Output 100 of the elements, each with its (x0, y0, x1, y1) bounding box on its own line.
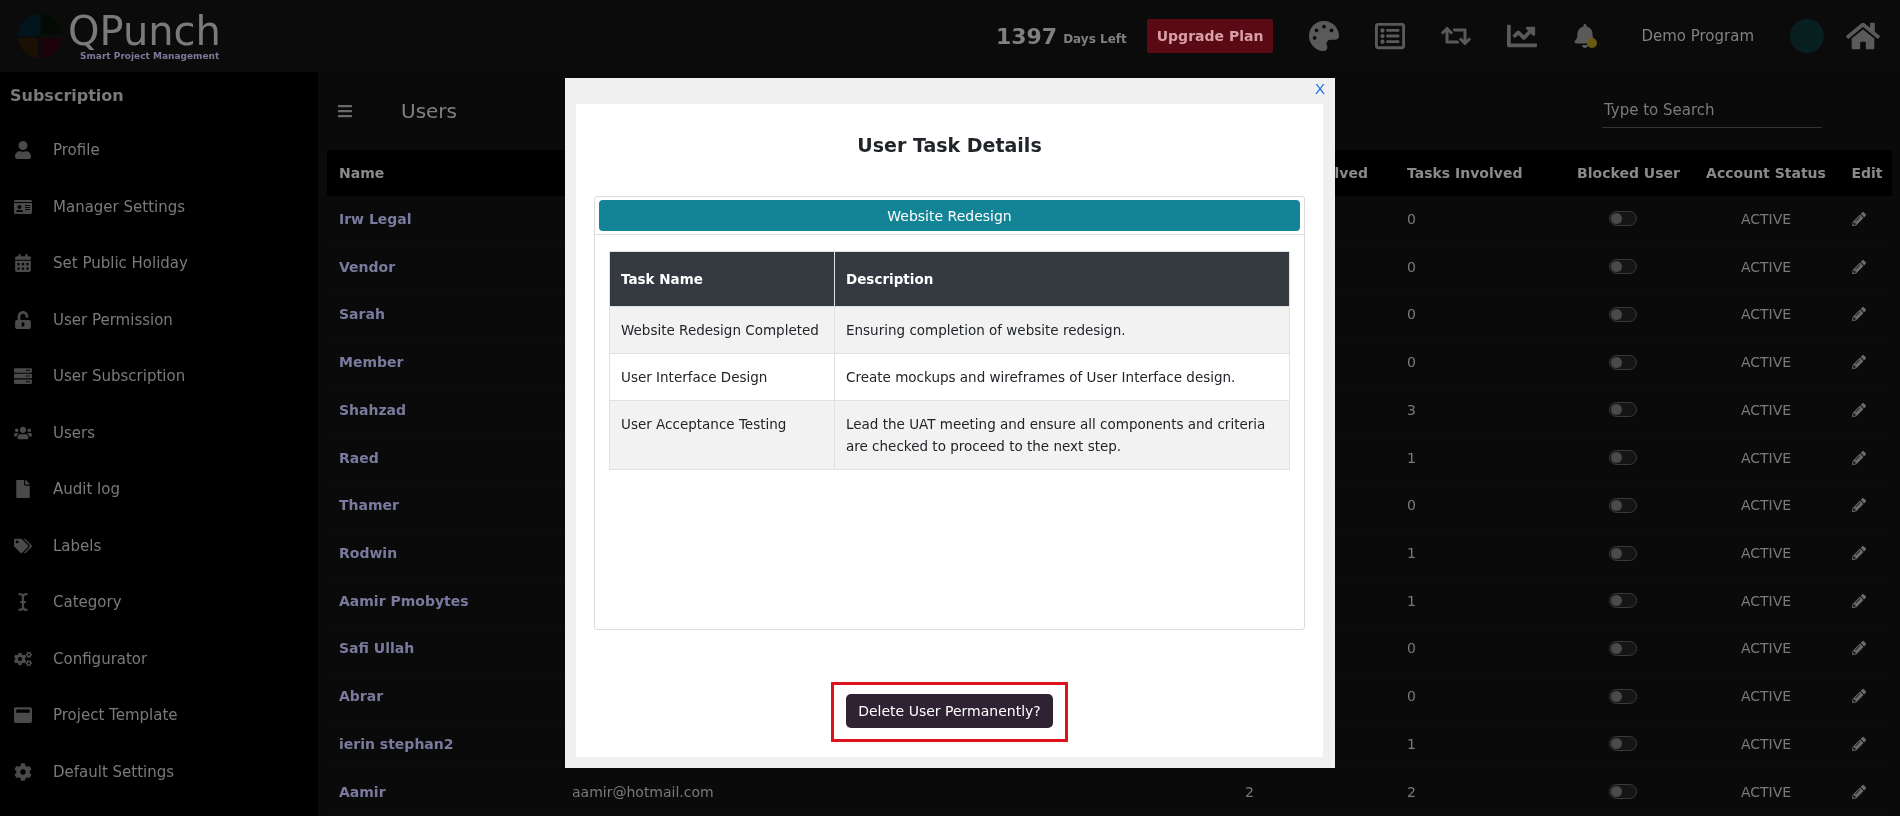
status-cell-text: ACTIVE (1739, 354, 1793, 371)
status-cell-text: ACTIVE (1739, 401, 1793, 418)
user-name[interactable]: Irw Legal (327, 211, 560, 227)
tags-icon (13, 536, 33, 555)
status-cell-text: ACTIVE (1739, 545, 1793, 561)
tasks-cell-text: 0 (1406, 306, 1417, 323)
sidebar-item[interactable]: Default Settings (53, 762, 175, 781)
sidebar-item[interactable]: User Permission (53, 310, 173, 329)
settings-icon (13, 762, 33, 781)
task-name-cell-text: Website Redesign Completed (620, 321, 820, 340)
status-cell-text: ACTIVE (1739, 735, 1793, 752)
calendar-icon (13, 254, 33, 273)
edit-icon[interactable] (1852, 259, 1866, 274)
user-name[interactable]: ierin stephan2 (327, 735, 560, 752)
tasks-cell-text: 1 (1406, 449, 1417, 466)
edit-icon[interactable] (1852, 784, 1866, 799)
sidebar-item[interactable]: Labels (53, 536, 102, 555)
close-button[interactable]: X (1313, 80, 1327, 97)
blocked-toggle[interactable] (1608, 640, 1637, 656)
user-name[interactable]: Thamer (327, 497, 560, 514)
status-cell-text: ACTIVE (1739, 688, 1793, 705)
bell-icon[interactable] (1573, 24, 1598, 48)
status-cell-text: ACTIVE (1739, 497, 1793, 514)
edit-icon[interactable] (1852, 498, 1866, 513)
tasks-cell-text: 0 (1406, 211, 1417, 227)
user-name[interactable]: Member (327, 354, 560, 371)
delete-user-button[interactable]: Delete User Permanently? (846, 694, 1053, 728)
status-cell-text: ACTIVE (1739, 258, 1793, 275)
search-field[interactable]: Type to Search (1602, 93, 1822, 128)
user-name[interactable]: Abrar (327, 688, 560, 705)
edit-icon[interactable] (1852, 212, 1866, 226)
edit-icon[interactable] (1852, 307, 1866, 322)
gears-icon (13, 649, 33, 668)
blocked-toggle[interactable] (1608, 784, 1637, 800)
edit-icon[interactable] (1852, 450, 1866, 465)
column-header: Blocked User (1576, 164, 1681, 181)
tasks-cell-text: 0 (1406, 497, 1417, 514)
edit-icon[interactable] (1852, 689, 1866, 704)
tasks-cell-text: 1 (1406, 592, 1417, 609)
blocked-toggle[interactable] (1608, 402, 1637, 418)
blocked-toggle[interactable] (1608, 688, 1637, 704)
user-name[interactable]: Rodwin (327, 545, 560, 561)
sidebar-item[interactable]: Configurator (53, 649, 148, 668)
logo-name: QPunch (68, 11, 221, 51)
column-header: Edit (1850, 164, 1884, 181)
id-card-icon (13, 197, 33, 216)
palette-icon[interactable] (1309, 21, 1340, 51)
user-name[interactable]: Sarah (327, 306, 560, 323)
projects-cell-text: 2 (1244, 783, 1255, 800)
sidebar-item[interactable]: User Subscription (53, 367, 186, 386)
program-name[interactable]: Demo Program (1635, 23, 1760, 49)
blocked-toggle[interactable] (1608, 259, 1637, 275)
page-title: Users (401, 98, 457, 123)
edit-icon[interactable] (1852, 641, 1866, 656)
menu-icon[interactable] (337, 102, 353, 119)
sidebar-item[interactable]: Category (53, 593, 122, 612)
logo-tagline: Smart Project Management (80, 51, 221, 61)
tasks-cell-text: 0 (1406, 258, 1417, 275)
server-icon (13, 367, 33, 386)
user-name[interactable]: Aamir Pmobytes (327, 592, 560, 609)
sidebar-item[interactable]: Project Template (53, 706, 178, 725)
tasks-cell-text: 0 (1406, 354, 1417, 371)
user-name[interactable]: Raed (327, 449, 560, 466)
sidebar-item[interactable]: Set Public Holiday (53, 254, 188, 273)
edit-icon[interactable] (1852, 402, 1866, 417)
blocked-toggle[interactable] (1608, 736, 1637, 752)
modal-title: User Task Details (857, 134, 1042, 156)
person-icon (13, 141, 33, 160)
sidebar-item[interactable]: Profile (53, 141, 100, 160)
sidebar-item[interactable]: Audit log (53, 480, 120, 499)
blocked-toggle[interactable] (1608, 450, 1637, 466)
blocked-toggle[interactable] (1608, 497, 1637, 513)
edit-icon[interactable] (1852, 593, 1866, 608)
tasks-cell-text: 1 (1406, 735, 1417, 752)
blocked-toggle[interactable] (1608, 593, 1637, 609)
blocked-toggle[interactable] (1608, 211, 1637, 227)
user-name[interactable]: Aamir (327, 783, 560, 800)
column-header: lved (1333, 164, 1369, 181)
edit-icon[interactable] (1852, 546, 1866, 560)
window-icon (13, 706, 33, 725)
sidebar-item[interactable]: Users (53, 423, 95, 442)
logo-icon (16, 12, 64, 60)
upgrade-button[interactable]: Upgrade Plan (1146, 19, 1274, 53)
user-name[interactable]: Safi Ullah (327, 640, 560, 657)
column-header: Tasks Involved (1406, 164, 1524, 181)
edit-icon[interactable] (1852, 355, 1866, 370)
blocked-toggle[interactable] (1608, 545, 1637, 561)
sidebar-item[interactable]: Manager Settings (53, 197, 186, 216)
edit-icon[interactable] (1852, 736, 1866, 751)
blocked-toggle[interactable] (1608, 354, 1637, 370)
user-name[interactable]: Vendor (327, 258, 560, 275)
user-name[interactable]: Shahzad (327, 401, 560, 418)
status-cell-text: ACTIVE (1739, 306, 1793, 323)
list-icon[interactable] (1375, 21, 1406, 51)
tasks-cell-text: 2 (1406, 783, 1417, 800)
tasks-cell-text: 0 (1406, 688, 1417, 705)
column-header: Name (338, 164, 386, 181)
blocked-toggle[interactable] (1608, 306, 1637, 322)
project-button[interactable]: Website Redesign (599, 200, 1300, 231)
unlock-icon (13, 310, 33, 329)
